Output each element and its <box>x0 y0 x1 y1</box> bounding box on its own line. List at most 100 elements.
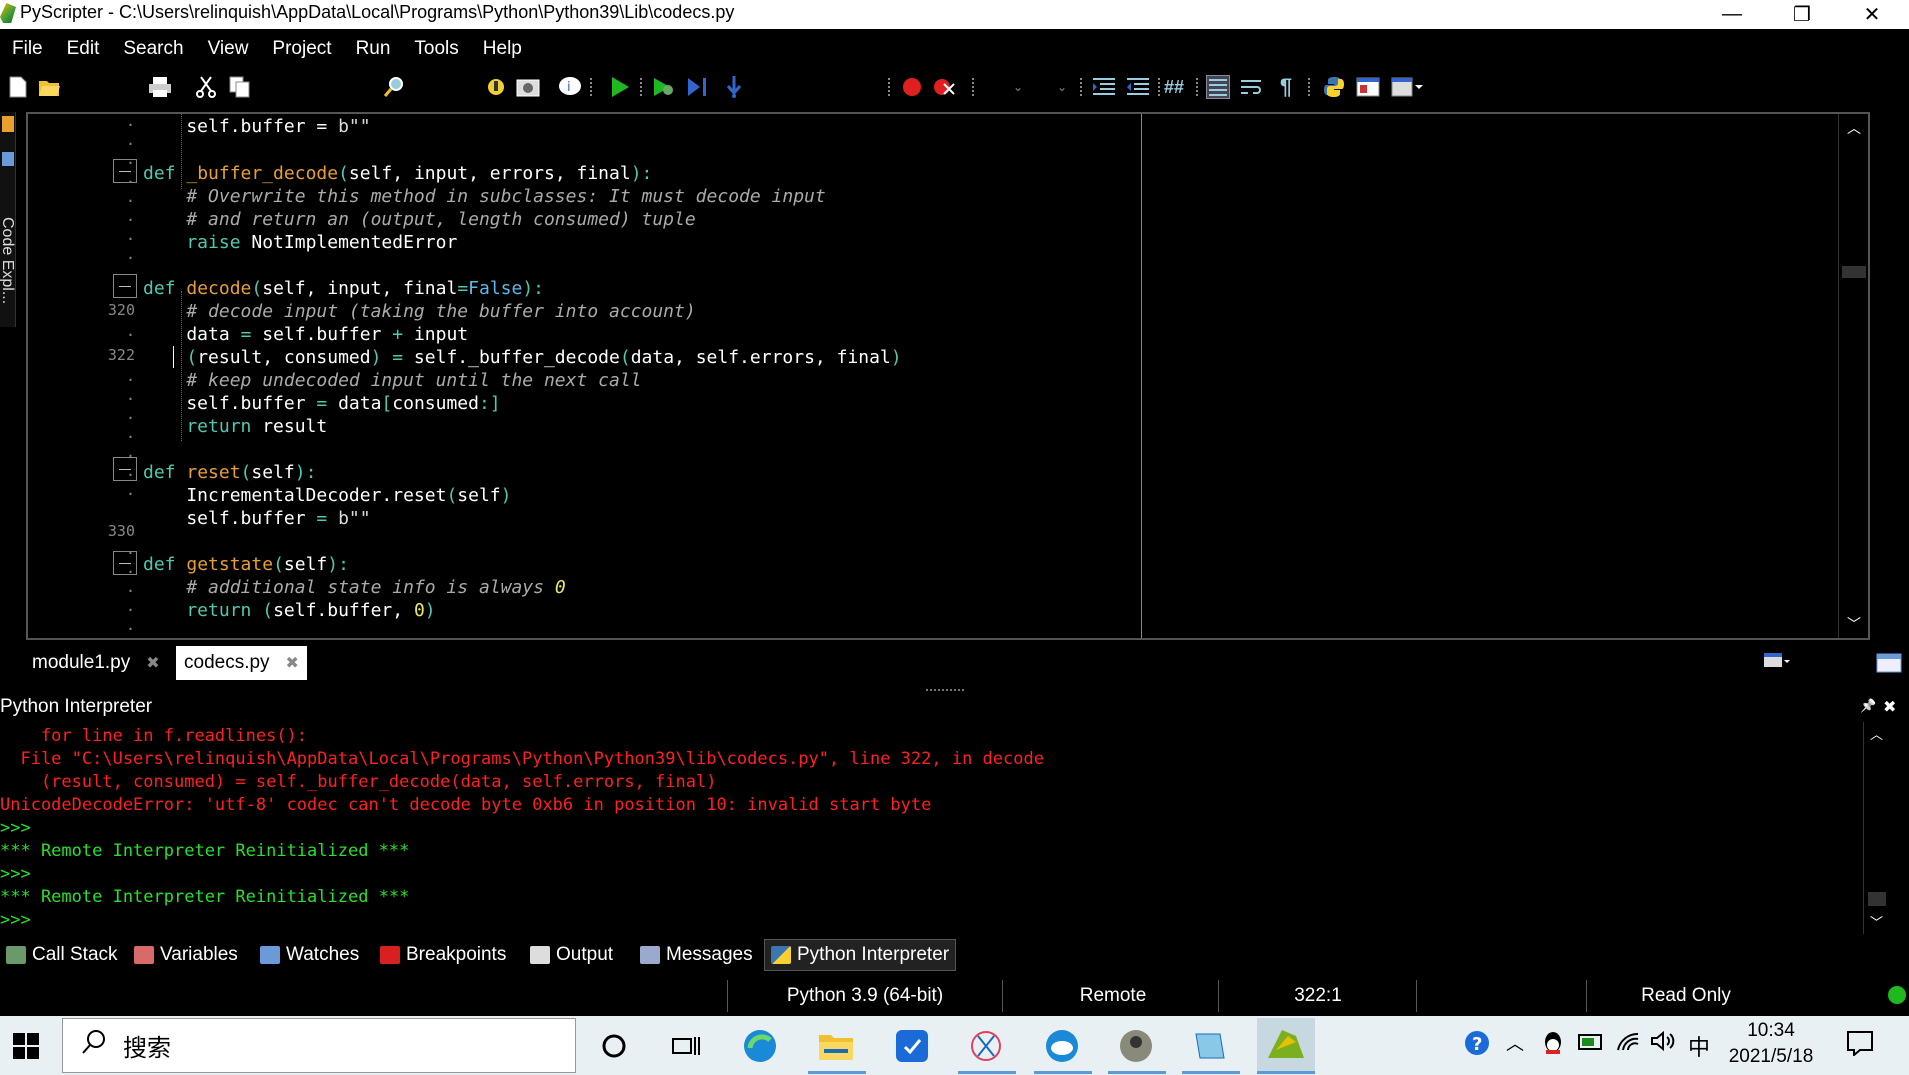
scroll-up-icon[interactable]: ︿ <box>1870 724 1883 743</box>
minimize-button[interactable]: — <box>1696 0 1768 29</box>
fold-toggle[interactable] <box>113 551 137 575</box>
interpreter-header: Python Interpreter 📌 ✖ <box>0 694 1909 722</box>
cut-icon[interactable] <box>194 75 218 99</box>
console-line: (result, consumed) = self._buffer_decode… <box>0 772 717 792</box>
menu-project[interactable]: Project <box>260 38 343 60</box>
layout-icon[interactable] <box>1356 75 1380 99</box>
chevron-down-icon[interactable]: ⌄ <box>1006 75 1030 99</box>
run-icon[interactable] <box>608 75 632 99</box>
tab-watches[interactable]: Watches <box>254 939 365 971</box>
file-explorer-icon[interactable] <box>816 1026 856 1066</box>
scroll-thumb[interactable] <box>1842 266 1866 278</box>
interpreter-console[interactable]: for line in f.readlines(): File "C:\User… <box>0 722 1909 934</box>
scroll-down-icon[interactable]: ﹀ <box>1847 614 1861 634</box>
menu-view[interactable]: View <box>196 38 261 60</box>
window-layout-dropdown-icon[interactable] <box>1390 75 1424 99</box>
menu-tools[interactable]: Tools <box>402 38 470 60</box>
notification-center-icon[interactable] <box>1846 1030 1874 1062</box>
show-hidden-icons-icon[interactable]: ︿ <box>1506 1030 1524 1056</box>
wifi-icon[interactable] <box>1616 1030 1642 1058</box>
tab-python-interpreter[interactable]: Python Interpreter <box>764 939 957 971</box>
info-icon[interactable]: i <box>558 75 582 99</box>
pin-icon[interactable]: 📌 <box>1860 698 1876 714</box>
interpreter-scrollbar[interactable]: ︿ ﹀ <box>1863 722 1889 934</box>
volume-icon[interactable] <box>1650 1030 1676 1058</box>
help-icon[interactable]: ? <box>1464 1030 1490 1062</box>
line-numbers-icon[interactable] <box>1206 75 1230 99</box>
debug-icon[interactable] <box>652 75 676 99</box>
pyscripter-taskbar-icon[interactable] <box>1257 1018 1315 1073</box>
todo-app-icon[interactable] <box>892 1026 932 1066</box>
clock-date[interactable]: 2021/5/18 <box>1716 1046 1826 1068</box>
variables-icon <box>134 946 154 964</box>
tab-call-stack[interactable]: Call Stack <box>0 939 124 971</box>
interpreter-close-icon[interactable]: ✖ <box>1883 697 1896 717</box>
menu-search[interactable]: Search <box>111 38 195 60</box>
word-wrap-icon[interactable] <box>1240 75 1264 99</box>
copy-icon[interactable] <box>228 75 252 99</box>
fold-toggle[interactable] <box>113 457 137 481</box>
notepad-icon[interactable] <box>1190 1026 1230 1066</box>
qq-icon[interactable] <box>1542 1030 1564 1062</box>
onedrive-icon[interactable] <box>1042 1026 1082 1066</box>
menu-edit[interactable]: Edit <box>55 38 112 60</box>
editor-vertical-scrollbar[interactable]: ︿ ﹀ <box>1838 114 1868 638</box>
taskbar-search-box[interactable]: 搜索 <box>62 1018 576 1073</box>
fold-toggle[interactable] <box>113 274 137 298</box>
new-tab-icon[interactable] <box>1876 650 1902 674</box>
tab-breakpoints[interactable]: Breakpoints <box>374 939 512 971</box>
chevron-down-icon[interactable]: ⌄ <box>1050 75 1074 99</box>
step-into-icon[interactable] <box>722 75 746 99</box>
messages-icon <box>640 946 660 964</box>
tab-variables[interactable]: Variables <box>128 939 244 971</box>
close-button[interactable]: ✕ <box>1836 0 1908 29</box>
restore-button[interactable]: ❐ <box>1766 0 1838 29</box>
scroll-down-icon[interactable]: ﹀ <box>1870 912 1883 931</box>
code-editor[interactable]: · · · · · · · · 320 · 322 · · · · · · · … <box>26 112 1870 640</box>
menu-help[interactable]: Help <box>471 38 534 60</box>
menu-file[interactable]: File <box>0 38 55 60</box>
status-mode: Read Only <box>1641 985 1731 1006</box>
print-icon[interactable] <box>148 75 172 99</box>
code-explorer-side-tab[interactable]: Code Expl... <box>0 112 16 327</box>
highlight-icon[interactable] <box>484 75 508 99</box>
fold-toggle[interactable] <box>113 159 137 183</box>
battery-icon[interactable] <box>1578 1030 1604 1058</box>
code-text-area[interactable]: self.buffer = b"" def _buffer_decode(sel… <box>143 114 1909 638</box>
tab-module1[interactable]: module1.py ✖ <box>24 646 168 680</box>
ime-indicator[interactable]: 中 <box>1688 1030 1710 1062</box>
cortana-icon[interactable] <box>594 1026 634 1066</box>
toggle-breakpoint-icon[interactable] <box>900 75 924 99</box>
panel-splitter[interactable] <box>0 686 1909 694</box>
status-engine: Remote <box>1079 985 1147 1006</box>
tab-output[interactable]: Output <box>524 939 619 971</box>
scroll-up-icon[interactable]: ︿ <box>1847 118 1861 138</box>
edge-browser-icon[interactable] <box>740 1026 780 1066</box>
snipping-tool-icon[interactable] <box>966 1026 1006 1066</box>
windows-start-icon[interactable] <box>6 1026 46 1066</box>
tab-close-icon[interactable]: ✖ <box>146 653 159 673</box>
dedent-icon[interactable] <box>1126 75 1150 99</box>
tab-codecs[interactable]: codecs.py ✖ <box>176 646 307 680</box>
tab-list-icon[interactable] <box>1762 650 1792 672</box>
tab-close-icon[interactable]: ✖ <box>286 653 299 673</box>
output-icon <box>530 946 550 964</box>
clock-time[interactable]: 10:34 <box>1716 1020 1826 1042</box>
menu-run[interactable]: Run <box>344 38 403 60</box>
scroll-thumb[interactable] <box>1868 892 1886 906</box>
indent-icon[interactable] <box>1092 75 1116 99</box>
status-cursor-position: 322:1 <box>1294 985 1342 1006</box>
open-file-icon[interactable] <box>38 75 62 99</box>
pilcrow-icon[interactable]: ¶ <box>1274 74 1298 99</box>
screenshot-icon[interactable] <box>516 75 540 99</box>
run-to-cursor-icon[interactable] <box>686 75 710 99</box>
find-icon[interactable] <box>382 75 406 99</box>
console-line: UnicodeDecodeError: 'utf-8' codec can't … <box>0 795 932 815</box>
clear-breakpoints-icon[interactable] <box>932 75 956 99</box>
task-view-icon[interactable] <box>666 1026 706 1066</box>
python-icon[interactable] <box>1322 75 1346 99</box>
new-file-icon[interactable] <box>6 75 30 99</box>
comment-icon[interactable]: ## <box>1162 75 1186 99</box>
tab-messages[interactable]: Messages <box>634 939 759 971</box>
avatar-app-icon[interactable] <box>1116 1026 1156 1066</box>
